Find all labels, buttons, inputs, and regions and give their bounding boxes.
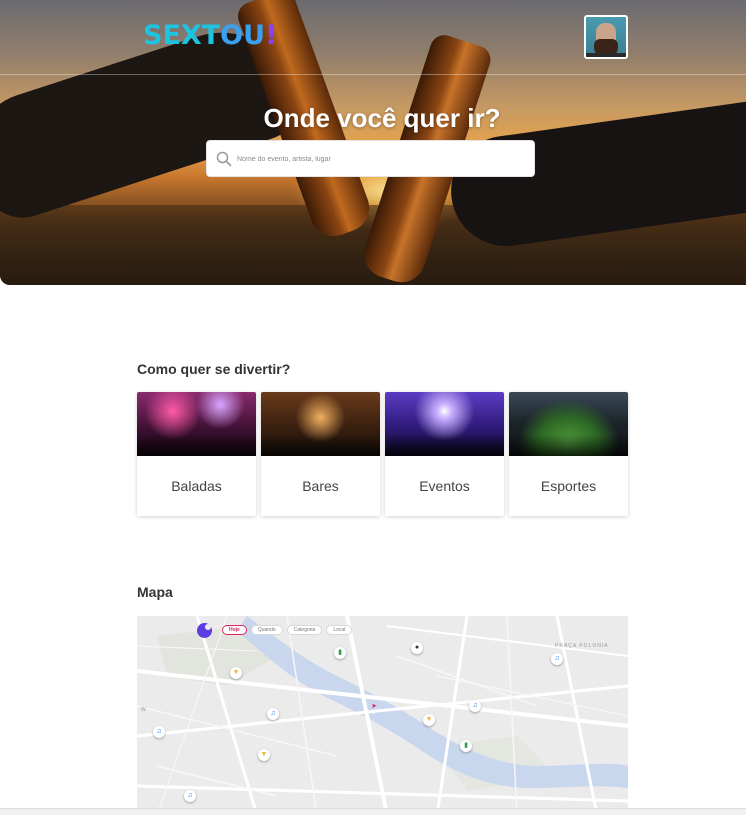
- map-pin-sport[interactable]: ▮: [334, 647, 346, 662]
- category-label: Esportes: [540, 478, 597, 494]
- beer-icon: ▼: [232, 669, 240, 676]
- category-label: Baladas: [171, 478, 222, 494]
- map-title: Mapa: [137, 584, 173, 600]
- sport-icon: ▮: [464, 742, 468, 749]
- map-pin-event[interactable]: ➤: [368, 701, 380, 716]
- category-card-bares[interactable]: Bares: [261, 392, 380, 516]
- map-pin-music[interactable]: ♫: [469, 700, 481, 715]
- map-street-label: PRAÇA POLONIA: [555, 643, 609, 649]
- category-image-esportes: [509, 392, 628, 456]
- header-divider: [0, 74, 746, 75]
- ball-icon: ●: [414, 644, 420, 651]
- search-bar[interactable]: [206, 140, 535, 177]
- map-pin-beer[interactable]: ▼: [423, 714, 435, 729]
- beer-icon: ▼: [425, 716, 433, 723]
- map-logo-icon: [197, 622, 212, 638]
- category-image-baladas: [137, 392, 256, 456]
- map-pin-music[interactable]: ♫: [153, 726, 165, 741]
- hero-banner: SEXT OU! Onde você quer ir?: [0, 0, 746, 285]
- search-icon: [216, 151, 232, 167]
- logo[interactable]: SEXT OU!: [143, 18, 277, 52]
- category-image-bares: [261, 392, 380, 456]
- category-label: Bares: [302, 478, 339, 494]
- map-street-label: W: [141, 707, 147, 713]
- map-pin-ball[interactable]: ●: [411, 642, 423, 657]
- map-filter-bar: Hoje Quando Categoria Local: [197, 622, 353, 638]
- filter-chip-categoria[interactable]: Categoria: [286, 625, 323, 635]
- horizontal-scrollbar[interactable]: [0, 808, 746, 815]
- map-pin-sport[interactable]: ▮: [460, 740, 472, 755]
- map-pin-music[interactable]: ♫: [551, 653, 563, 668]
- event-icon: ➤: [371, 703, 377, 710]
- categories-title: Como quer se divertir?: [137, 361, 291, 377]
- filter-chip-quando[interactable]: Quando: [250, 625, 283, 635]
- category-card-eventos[interactable]: Eventos: [385, 392, 504, 516]
- filter-chip-hoje[interactable]: Hoje: [222, 625, 247, 635]
- logo-text-3: !: [265, 19, 278, 51]
- map-view[interactable]: Hoje Quando Categoria Local PRAÇA POLONI…: [137, 616, 628, 815]
- avatar-shirt: [586, 53, 626, 57]
- category-label: Eventos: [419, 478, 470, 494]
- music-icon: ♫: [156, 728, 162, 735]
- category-card-baladas[interactable]: Baladas: [137, 392, 256, 516]
- map-pin-beer[interactable]: ▼: [230, 667, 242, 682]
- category-card-esportes[interactable]: Esportes: [509, 392, 628, 516]
- search-input[interactable]: [237, 149, 527, 169]
- logo-text-2: OU: [220, 19, 266, 51]
- user-avatar[interactable]: [584, 15, 628, 59]
- music-icon: ♫: [554, 655, 560, 662]
- category-image-eventos: [385, 392, 504, 456]
- sport-icon: ▮: [338, 649, 342, 656]
- music-icon: ♫: [472, 702, 478, 709]
- beer-icon: ▼: [260, 751, 268, 758]
- hero-title: Onde você quer ir?: [263, 103, 501, 133]
- map-pin-beer[interactable]: ▼: [258, 749, 270, 764]
- category-cards: Baladas Bares Eventos Esportes: [137, 392, 628, 516]
- music-icon: ♫: [187, 792, 193, 799]
- map-pin-music[interactable]: ♫: [184, 790, 196, 805]
- filter-chip-local[interactable]: Local: [326, 625, 353, 635]
- logo-text-1: SEXT: [143, 19, 221, 51]
- map-pin-music[interactable]: ♫: [267, 708, 279, 723]
- music-icon: ♫: [270, 710, 276, 717]
